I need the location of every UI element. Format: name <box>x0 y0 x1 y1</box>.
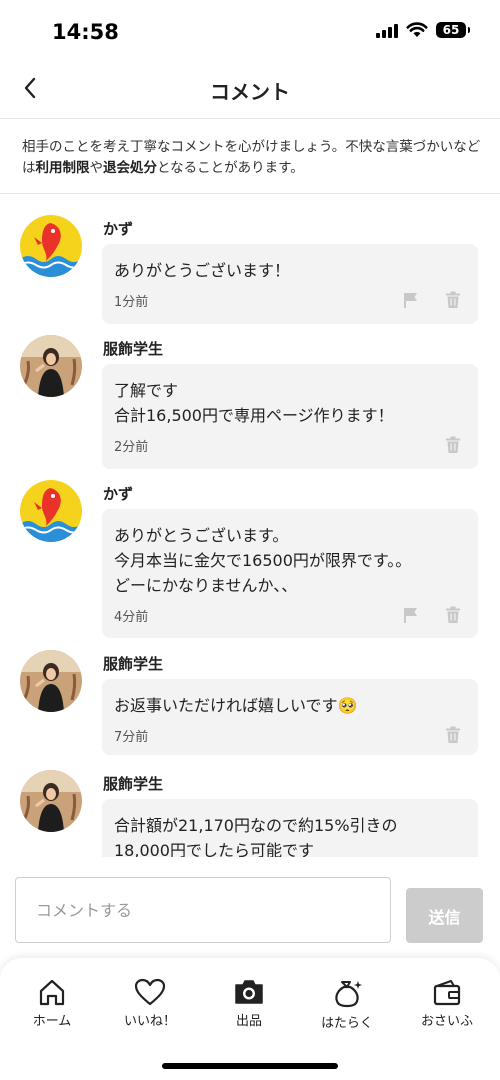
comment-text: 了解です 合計16,500円で専用ページ作ります！ <box>114 381 394 425</box>
comment-author: 服飾学生 <box>103 340 164 358</box>
comment-time: 1分前 <box>114 295 149 310</box>
comment-bubble: ありがとうございます！ 1分前 <box>102 244 478 324</box>
comment-item: 服飾学生 お返事いただければ嬉しいです🥺 7分前 <box>0 650 500 760</box>
tab-wallet[interactable]: おさいふ <box>397 978 497 1029</box>
avatar-fukushoku-gakusei[interactable] <box>20 770 82 832</box>
tab-sell[interactable]: 出品 <box>199 978 299 1029</box>
notice-bold-usage-restriction: 利用制限 <box>35 160 90 176</box>
comment-author: 服飾学生 <box>103 655 164 673</box>
avatar-kazu[interactable] <box>20 480 82 542</box>
notice-bold-account-removal: 退会処分 <box>103 160 157 176</box>
person-avatar-image <box>20 335 82 397</box>
comment-bubble: 了解です 合計16,500円で専用ページ作ります！ 2分前 <box>102 364 478 469</box>
home-icon <box>39 979 65 1006</box>
comment-text: お返事いただければ嬉しいです🥺 <box>114 696 358 715</box>
notice-text-3: となることがあります。 <box>157 160 304 176</box>
fish-avatar-image <box>20 215 82 277</box>
battery-icon: 65 <box>436 22 470 38</box>
comment-compose-bar: 送信 <box>0 857 500 957</box>
tab-home[interactable]: ホーム <box>2 978 102 1029</box>
comment-guideline-notice: 相手のことを考え丁寧なコメントを心がけましょう。不快な言葉づかいなどは利用制限や… <box>0 118 500 194</box>
comment-author: 服飾学生 <box>103 775 164 793</box>
comment-item: かず ありがとうございます！ 1分前 <box>0 215 500 330</box>
delete-trash-icon[interactable] <box>444 436 462 454</box>
tab-likes[interactable]: いいね！ <box>100 978 200 1029</box>
delete-trash-icon[interactable] <box>444 291 462 309</box>
comment-time: 2分前 <box>114 440 149 455</box>
avatar-fukushoku-gakusei[interactable] <box>20 335 82 397</box>
bottom-tab-bar: ホーム いいね！ 出品 はたらく おさいふ <box>0 958 500 1080</box>
delete-trash-icon[interactable] <box>444 606 462 624</box>
home-indicator[interactable] <box>162 1063 338 1069</box>
battery-level: 65 <box>442 23 460 37</box>
comment-bubble: お返事いただければ嬉しいです🥺 7分前 <box>102 679 478 755</box>
status-time: 14:58 <box>52 20 119 44</box>
cellular-signal-icon <box>376 22 398 38</box>
wifi-icon <box>406 22 428 37</box>
status-bar: 14:58 65 <box>0 0 500 62</box>
money-bag-icon <box>335 981 362 1008</box>
tab-label: ホーム <box>32 1014 72 1029</box>
person-avatar-image <box>20 770 82 832</box>
comment-time: 7分前 <box>114 730 149 745</box>
heart-icon <box>134 978 166 1006</box>
camera-icon <box>235 980 263 1004</box>
comment-author: かず <box>103 220 134 238</box>
comment-bubble: ありがとうございます。 今月本当に金欠で16500円が限界です。。 どーにかなり… <box>102 509 478 638</box>
comment-bubble: 合計額が21,170円なので約15%引きの 18,000円でしたら可能です <box>102 799 478 857</box>
person-avatar-image <box>20 650 82 712</box>
comment-text: ありがとうございます！ <box>114 261 291 280</box>
comment-text: 合計額が21,170円なので約15%引きの 18,000円でしたら可能です <box>114 816 398 857</box>
notice-text-2: や <box>89 160 104 176</box>
avatar-kazu[interactable] <box>20 215 82 277</box>
comment-list[interactable]: かず ありがとうございます！ 1分前 服飾学生 了解です 合計16,500円で専… <box>0 195 500 857</box>
comment-item: 服飾学生 合計額が21,170円なので約15%引きの 18,000円でしたら可能… <box>0 770 500 857</box>
report-flag-icon[interactable] <box>402 606 420 624</box>
comment-input[interactable] <box>15 877 391 943</box>
comment-item: 服飾学生 了解です 合計16,500円で専用ページ作ります！ 2分前 <box>0 335 500 470</box>
delete-trash-icon[interactable] <box>444 726 462 744</box>
comment-item: かず ありがとうございます。 今月本当に金欠で16500円が限界です。。 どーに… <box>0 480 500 640</box>
wallet-icon <box>433 980 461 1006</box>
nav-header: コメント <box>0 62 500 114</box>
tab-label: はたらく <box>321 1016 373 1031</box>
comment-time: 4分前 <box>114 610 149 625</box>
tab-work[interactable]: はたらく <box>297 978 397 1031</box>
report-flag-icon[interactable] <box>402 291 420 309</box>
send-button[interactable]: 送信 <box>406 888 483 943</box>
status-icons: 65 <box>376 22 470 38</box>
page-title: コメント <box>210 80 290 104</box>
tab-label: いいね！ <box>123 1014 176 1029</box>
fish-avatar-image <box>20 480 82 542</box>
avatar-fukushoku-gakusei[interactable] <box>20 650 82 712</box>
tab-label: 出品 <box>235 1014 262 1029</box>
tab-label: おさいふ <box>420 1014 473 1029</box>
comment-text: ありがとうございます。 今月本当に金欠で16500円が限界です。。 どーにかなり… <box>114 526 412 595</box>
comment-author: かず <box>103 485 134 503</box>
